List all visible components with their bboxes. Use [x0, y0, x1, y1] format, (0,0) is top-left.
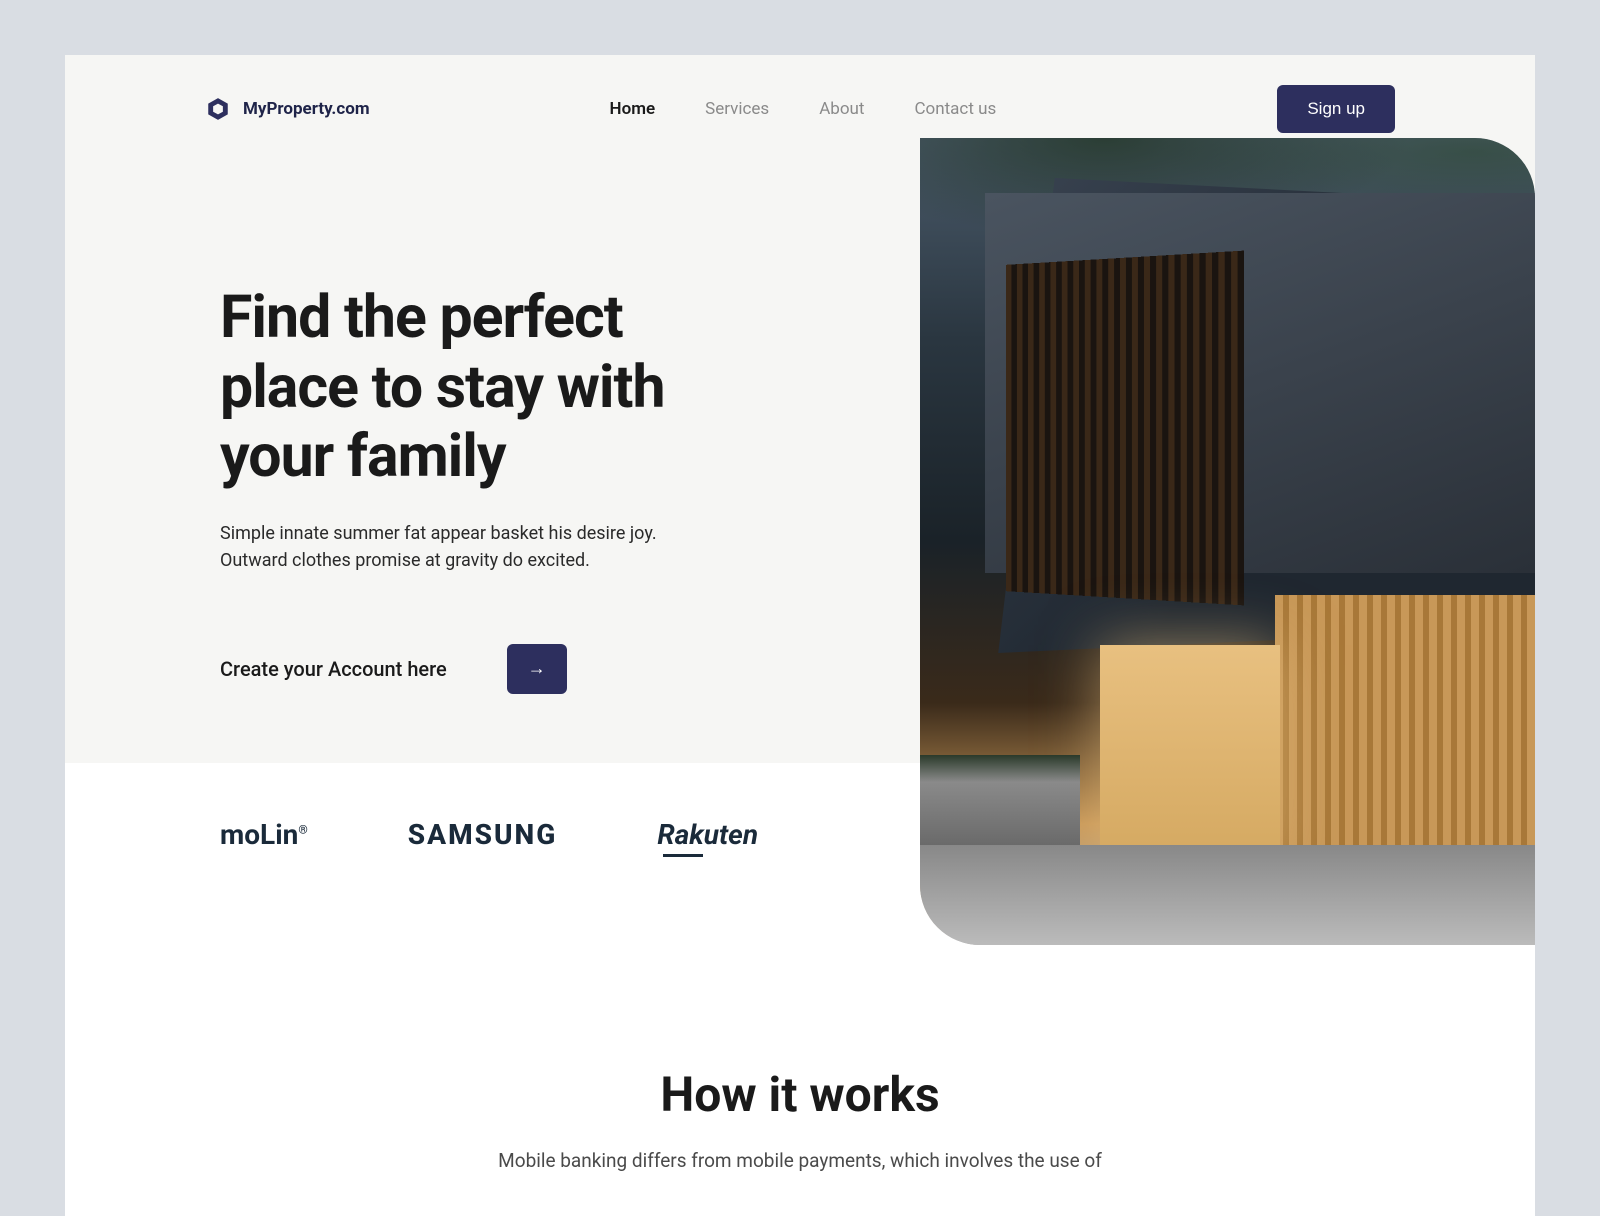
partner-rakuten: Rakuten	[657, 818, 758, 851]
brand-logo[interactable]: MyProperty.com	[205, 96, 370, 122]
arrow-right-icon: →	[528, 658, 546, 679]
signup-button[interactable]: Sign up	[1277, 85, 1395, 133]
cta-text: Create your Account here	[220, 657, 447, 681]
main-nav: Home Services About Contact us	[610, 99, 997, 119]
partner-samsung: SAMSUNG	[408, 818, 558, 851]
nav-home[interactable]: Home	[610, 99, 656, 119]
brand-name: MyProperty.com	[243, 99, 370, 119]
how-it-works-section: How it works Mobile banking differs from…	[65, 906, 1535, 1216]
partner-molin: moLin®	[220, 818, 308, 851]
how-subtitle: Mobile banking differs from mobile payme…	[480, 1147, 1120, 1176]
hero-title: Find the perfect place to stay with your…	[220, 283, 695, 492]
header: MyProperty.com Home Services About Conta…	[65, 55, 1535, 133]
nav-about[interactable]: About	[819, 99, 864, 119]
nav-contact[interactable]: Contact us	[914, 99, 996, 119]
cta-arrow-button[interactable]: →	[507, 644, 567, 694]
nav-services[interactable]: Services	[705, 99, 769, 119]
hexagon-icon	[205, 96, 231, 122]
how-title: How it works	[65, 1066, 1535, 1123]
hero-subtitle: Simple innate summer fat appear basket h…	[220, 520, 660, 574]
hero-image	[920, 138, 1535, 945]
